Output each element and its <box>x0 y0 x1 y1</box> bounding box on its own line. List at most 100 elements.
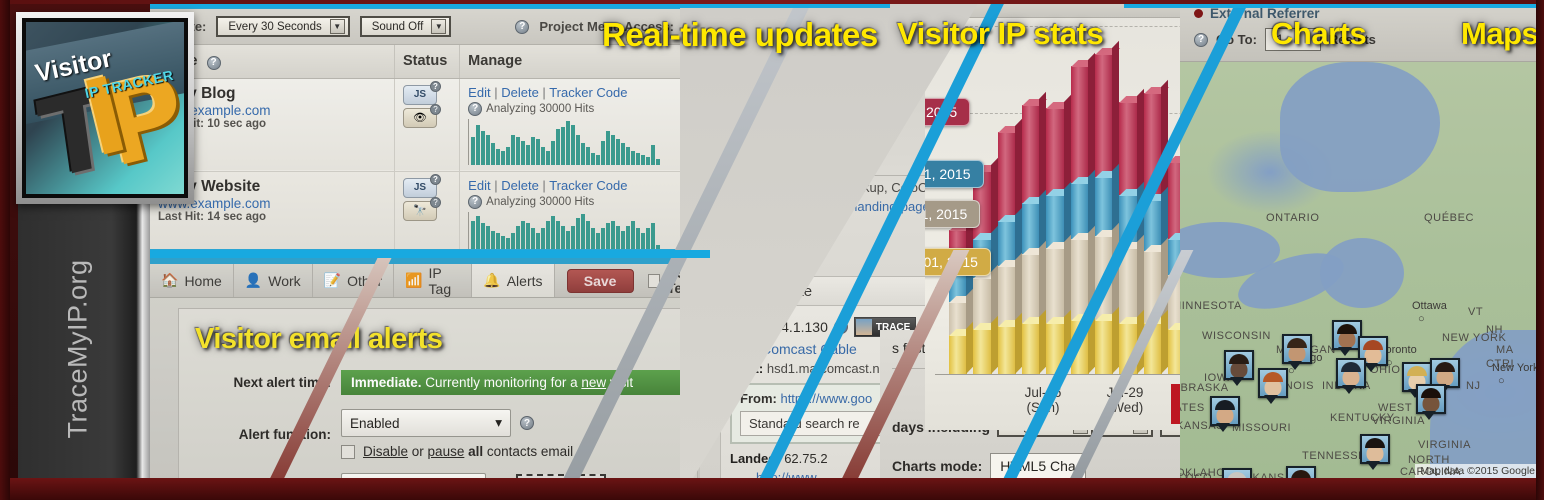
help-icon[interactable]: ? <box>468 101 483 116</box>
map-canvas[interactable]: Map data ©2015 Google ONTARIOQUÉBECMINNE… <box>1180 62 1544 500</box>
charts-mode-select[interactable]: HTML5 Cha <box>990 453 1086 479</box>
sparkline-bar <box>586 220 591 249</box>
bar-segment-red <box>1070 65 1089 183</box>
axis-tick-weekday: (Sun) <box>1026 400 1060 416</box>
person-icon: 👤 <box>244 272 263 288</box>
delete-link[interactable]: Delete <box>501 85 539 100</box>
lookup-icon[interactable]: ⌕ <box>756 86 771 101</box>
goto-label: Go To: <box>1216 32 1257 47</box>
disable-all-checkbox[interactable] <box>341 444 355 459</box>
auto-update-select[interactable]: Every 30 Seconds ▼ <box>216 16 350 37</box>
sparkline-bar <box>621 142 626 165</box>
field-label: Next alert time: <box>233 375 331 390</box>
chart-tooltip-red: 2015 <box>925 98 971 126</box>
bar-segment-tan <box>1119 248 1138 324</box>
help-icon[interactable]: ? <box>429 196 441 208</box>
sparkline-bar <box>496 233 501 249</box>
sparkline-bar <box>486 134 491 165</box>
avatar-hair <box>1435 362 1455 372</box>
sidebar-item-work[interactable]: 👤 Work <box>234 264 313 297</box>
bar-group[interactable] <box>1094 26 1114 374</box>
avatar-hair <box>1263 372 1283 382</box>
sparkline-bar <box>571 124 576 165</box>
sparkline-bar <box>516 225 521 249</box>
binoculars-icon[interactable]: 🔭 ? <box>402 196 441 221</box>
sparkline-bar <box>621 230 626 249</box>
save-button[interactable]: Save <box>566 268 634 293</box>
map-region-label: MA <box>1496 344 1514 356</box>
help-icon[interactable]: ? <box>206 55 221 70</box>
sparkline-bar <box>581 213 586 249</box>
map-visitor-pin[interactable] <box>1416 384 1446 420</box>
sidebar-item-alerts[interactable]: 🔔 Alerts <box>472 264 555 297</box>
isp-value[interactable]: Comcast Cable <box>761 341 857 357</box>
sparkline-bar <box>611 220 616 249</box>
us-tel-checkbox[interactable] <box>647 273 661 288</box>
help-icon[interactable]: ? <box>520 416 534 430</box>
bar-group[interactable] <box>997 26 1016 374</box>
sidebar-item-home[interactable]: 🏠 Home <box>150 264 234 297</box>
map-visitor-pin[interactable] <box>1360 434 1390 470</box>
bar-group[interactable] <box>1119 26 1138 374</box>
map-visitor-pin[interactable] <box>1224 350 1254 386</box>
tracker-code-link[interactable]: Tracker Code <box>549 85 627 100</box>
sidebar-item-ip-tag[interactable]: 📶 IP Tag <box>394 264 473 297</box>
chart-tooltip-yellow: August 01, 2015 <box>925 248 991 276</box>
js-status-button[interactable]: JS ? <box>402 80 441 105</box>
bar-group[interactable] <box>1070 26 1089 374</box>
edit-link[interactable]: Edit <box>468 85 490 100</box>
cell-manage: Edit | Delete | Tracker Code ? Analyzing… <box>459 171 686 249</box>
map-region-label: QUÉBEC <box>1424 212 1475 224</box>
bar-segment-tan <box>1046 248 1065 324</box>
help-icon[interactable]: ? <box>468 194 483 209</box>
status-badge: Immediate. Currently monitoring for a ne… <box>341 370 687 395</box>
help-icon[interactable]: ? <box>515 19 530 34</box>
sparkline-bar <box>496 148 501 165</box>
lookup-icon[interactable]: ⌕ <box>833 320 848 334</box>
bar-group[interactable] <box>1046 26 1065 374</box>
help-icon[interactable]: ? <box>429 173 441 185</box>
bar-segment-tan <box>1021 254 1041 324</box>
sparkline-bar <box>541 228 546 249</box>
sparkline-bar <box>471 220 476 249</box>
bar-segment-yellow <box>949 335 968 374</box>
bar-segment-blue <box>1119 194 1138 249</box>
help-icon[interactable]: ? <box>429 80 441 92</box>
map-visitor-pin[interactable] <box>1336 358 1366 394</box>
help-icon[interactable]: ? <box>429 103 441 115</box>
help-icon[interactable]: ? <box>1194 32 1208 47</box>
sound-select[interactable]: Sound Off ▼ <box>359 16 452 37</box>
bar-segment-yellow <box>1070 320 1089 374</box>
site-last-hit: Last Hit: 14 sec ago <box>158 211 386 223</box>
sparkline-bar <box>561 126 566 165</box>
js-status-button[interactable]: JS ? <box>402 173 441 198</box>
analyzing-label: Analyzing 30000 Hits <box>486 195 595 208</box>
landed-value: 62.75.2 <box>784 451 828 466</box>
alert-function-select[interactable]: Enabled ▾ <box>341 409 511 437</box>
map-visitor-pin[interactable] <box>1282 334 1312 370</box>
bell-icon: 🔔 <box>483 272 501 288</box>
delete-link[interactable]: Delete <box>501 178 539 193</box>
avatar-hair <box>1287 338 1307 348</box>
tracker-code-link[interactable]: Tracker Code <box>549 178 627 193</box>
status-link[interactable]: new <box>581 375 606 390</box>
sparkline-bar <box>616 138 621 165</box>
help-icon[interactable]: ? <box>795 153 810 168</box>
bar-group[interactable] <box>1143 26 1162 374</box>
bar-segment-yellow <box>1094 320 1114 374</box>
pause-link[interactable]: pause <box>428 444 465 459</box>
tab-label: IP Tag <box>428 264 452 297</box>
map-city-dot-icon: ○ <box>1418 313 1425 325</box>
bar-group[interactable] <box>1021 26 1041 374</box>
sparkline-bar <box>511 134 516 165</box>
edit-link[interactable]: Edit <box>468 178 490 193</box>
eye-icon[interactable]: 👁 ? <box>402 103 441 128</box>
map-visitor-pin[interactable] <box>1258 368 1288 404</box>
sparkline-bar <box>556 220 561 249</box>
from-value[interactable]: https://www.goo <box>780 391 872 406</box>
disable-link[interactable]: Disable <box>363 444 408 459</box>
bar-segment-red <box>997 131 1016 222</box>
map-visitor-pin[interactable] <box>1210 396 1240 432</box>
status-bold: Immediate. <box>351 375 422 390</box>
sidebar-item-other[interactable]: 📝 Other <box>313 264 395 297</box>
